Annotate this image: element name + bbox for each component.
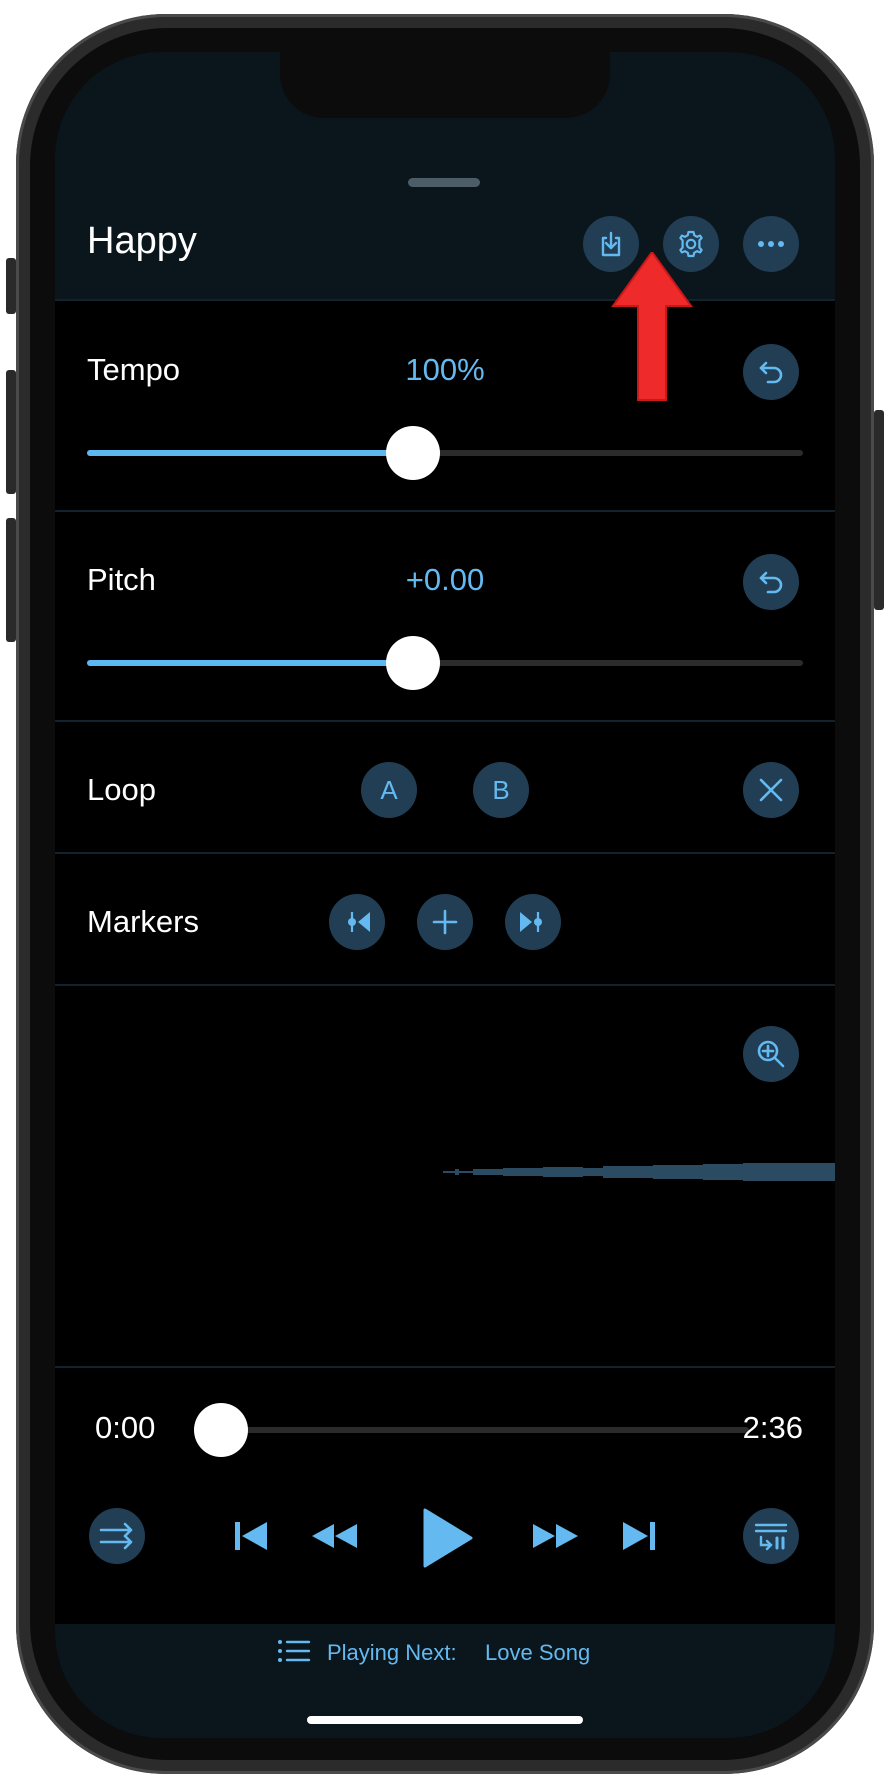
play-icon: [423, 1508, 473, 1568]
list-icon: [278, 1640, 311, 1662]
play-button[interactable]: [419, 1506, 475, 1570]
skip-forward-button[interactable]: [621, 1518, 657, 1554]
notch: [280, 52, 610, 118]
loop-a-label: A: [380, 774, 398, 805]
queue-button[interactable]: [743, 1508, 799, 1564]
progress-thumb[interactable]: [194, 1403, 248, 1457]
current-time: 0:00: [95, 1410, 156, 1445]
undo-icon: [759, 361, 783, 384]
pitch-slider-thumb[interactable]: [386, 636, 440, 690]
plus-icon: [432, 909, 458, 935]
playing-next-song[interactable]: Love Song: [485, 1640, 590, 1666]
tempo-slider-thumb[interactable]: [386, 426, 440, 480]
pitch-value: +0.00: [405, 562, 485, 597]
volume-down-button: [6, 518, 16, 642]
rewind-button[interactable]: [309, 1518, 359, 1554]
tempo-value: 100%: [405, 352, 485, 387]
add-marker-button[interactable]: [417, 894, 473, 950]
total-time: 2:36: [742, 1410, 803, 1445]
tempo-label: Tempo: [87, 352, 181, 387]
waveform[interactable]: [443, 1152, 835, 1192]
loop-label: Loop: [87, 772, 156, 807]
rewind-icon: [312, 1524, 357, 1548]
markers-label: Markers: [87, 904, 199, 939]
more-icon: [758, 241, 784, 247]
zoom-in-button[interactable]: [743, 1026, 799, 1082]
song-title: Happy: [87, 220, 197, 262]
volume-up-button: [6, 370, 16, 494]
separator: [55, 1366, 835, 1368]
next-marker-icon: [520, 912, 542, 932]
playing-next-label: Playing Next:: [327, 1640, 457, 1665]
separator: [55, 510, 835, 512]
loop-a-button[interactable]: A: [361, 762, 417, 818]
shuffle-icon: [99, 1522, 133, 1550]
loop-b-button[interactable]: B: [473, 762, 529, 818]
pitch-label: Pitch: [87, 562, 156, 597]
mute-switch: [6, 258, 16, 314]
separator: [55, 984, 835, 986]
power-button: [874, 410, 884, 610]
tempo-slider-fill: [87, 450, 413, 456]
loop-clear-button[interactable]: [743, 762, 799, 818]
skip-forward-icon: [623, 1522, 648, 1550]
queue-icon: [754, 1523, 788, 1551]
more-button[interactable]: [743, 216, 799, 272]
annotation-arrow-icon: [611, 252, 693, 401]
shuffle-button[interactable]: [89, 1508, 145, 1564]
previous-marker-button[interactable]: [329, 894, 385, 950]
pitch-reset-button[interactable]: [743, 554, 799, 610]
sheet-grabber[interactable]: [408, 178, 480, 187]
pitch-slider-fill: [87, 660, 413, 666]
separator: [55, 852, 835, 854]
zoom-in-icon: [757, 1040, 785, 1068]
tempo-reset-button[interactable]: [743, 344, 799, 400]
skip-back-icon: [235, 1522, 240, 1550]
next-marker-button[interactable]: [505, 894, 561, 950]
loop-b-label: B: [492, 774, 510, 805]
skip-back-button[interactable]: [233, 1518, 269, 1554]
home-indicator: [307, 1716, 583, 1724]
close-icon: [759, 778, 783, 802]
fast-forward-button[interactable]: [531, 1518, 581, 1554]
fast-forward-icon: [533, 1524, 578, 1548]
undo-icon: [759, 571, 783, 594]
previous-marker-icon: [348, 912, 370, 932]
screen: Happy Tempo 100% Pitch +0.00 Loop A B Ma…: [55, 52, 835, 1738]
progress-track[interactable]: [221, 1427, 749, 1433]
separator: [55, 720, 835, 722]
separator: [55, 299, 835, 301]
